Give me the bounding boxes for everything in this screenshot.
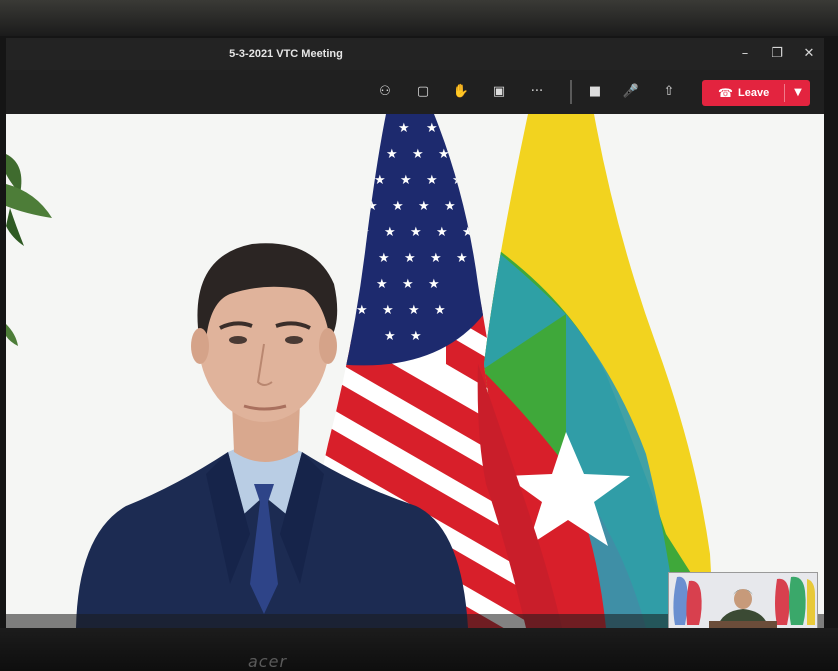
- mic-icon[interactable]: 🎤: [620, 81, 642, 103]
- monitor-top-edge: [0, 0, 838, 36]
- svg-text:★: ★: [374, 173, 386, 188]
- svg-text:★: ★: [428, 277, 440, 292]
- monitor-bezel: 5-3-2021 VTC Meeting – ❐ ✕ ⚇ ▢ ✋ ▣ ··· ■…: [0, 0, 838, 671]
- svg-text:★: ★: [384, 329, 396, 344]
- teams-window: 5-3-2021 VTC Meeting – ❐ ✕ ⚇ ▢ ✋ ▣ ··· ■…: [6, 38, 824, 628]
- svg-text:★: ★: [404, 251, 416, 266]
- self-view-thumbnail[interactable]: [668, 572, 818, 628]
- close-button[interactable]: ✕: [798, 44, 820, 64]
- phone-hangup-icon: ☎: [718, 86, 733, 100]
- svg-text:★: ★: [418, 199, 430, 214]
- share-icon[interactable]: ⇧: [658, 81, 680, 103]
- title-bar: 5-3-2021 VTC Meeting – ❐ ✕: [6, 38, 824, 70]
- svg-text:★: ★: [426, 121, 438, 136]
- svg-text:★: ★: [456, 251, 468, 266]
- svg-text:★: ★: [392, 199, 404, 214]
- svg-text:★: ★: [410, 225, 422, 240]
- svg-text:★: ★: [408, 303, 420, 318]
- camera-icon[interactable]: ■: [584, 81, 606, 103]
- maximize-button[interactable]: ❐: [766, 44, 788, 64]
- meeting-title: 5-3-2021 VTC Meeting: [229, 48, 343, 60]
- people-icon[interactable]: ⚇: [374, 81, 396, 103]
- leave-label: Leave: [738, 87, 770, 99]
- leave-divider: [784, 84, 785, 102]
- svg-text:★: ★: [378, 251, 390, 266]
- svg-text:★: ★: [402, 277, 414, 292]
- svg-text:★: ★: [434, 303, 446, 318]
- leave-button-group: ☎ Leave ▼: [702, 80, 810, 106]
- svg-text:★: ★: [412, 147, 424, 162]
- svg-text:★: ★: [356, 303, 368, 318]
- more-icon[interactable]: ···: [526, 81, 548, 103]
- toolbar-divider: [570, 80, 572, 104]
- minimize-button[interactable]: –: [734, 44, 756, 64]
- svg-text:★: ★: [384, 225, 396, 240]
- svg-text:★: ★: [400, 173, 412, 188]
- monitor-bottom-edge: [0, 628, 838, 671]
- svg-text:★: ★: [398, 121, 410, 136]
- rooms-icon[interactable]: ▣: [488, 81, 510, 103]
- svg-text:★: ★: [430, 251, 442, 266]
- svg-text:★: ★: [386, 147, 398, 162]
- leave-button[interactable]: ☎ Leave: [702, 80, 784, 106]
- self-view-video: [669, 573, 817, 628]
- svg-text:★: ★: [382, 303, 394, 318]
- raise-hand-icon[interactable]: ✋: [450, 81, 472, 103]
- chevron-down-icon[interactable]: ▼: [786, 80, 810, 106]
- svg-text:★: ★: [444, 199, 456, 214]
- svg-text:★: ★: [376, 277, 388, 292]
- svg-text:★: ★: [436, 225, 448, 240]
- svg-text:★: ★: [426, 173, 438, 188]
- video-stage: ★★ ★★★ ★★★★ ★★★★ ★★★★★ ★★★★★ ★★★★ ★★★★ ★…: [6, 114, 824, 628]
- svg-text:★: ★: [410, 329, 422, 344]
- monitor-brand-logo: acer: [248, 652, 288, 671]
- chat-icon[interactable]: ▢: [412, 81, 434, 103]
- meeting-toolbar: ⚇ ▢ ✋ ▣ ··· ■ 🎤 ⇧ ☎ Leave ▼: [6, 70, 824, 114]
- participant-video: ★★ ★★★ ★★★★ ★★★★ ★★★★★ ★★★★★ ★★★★ ★★★★ ★…: [6, 114, 824, 628]
